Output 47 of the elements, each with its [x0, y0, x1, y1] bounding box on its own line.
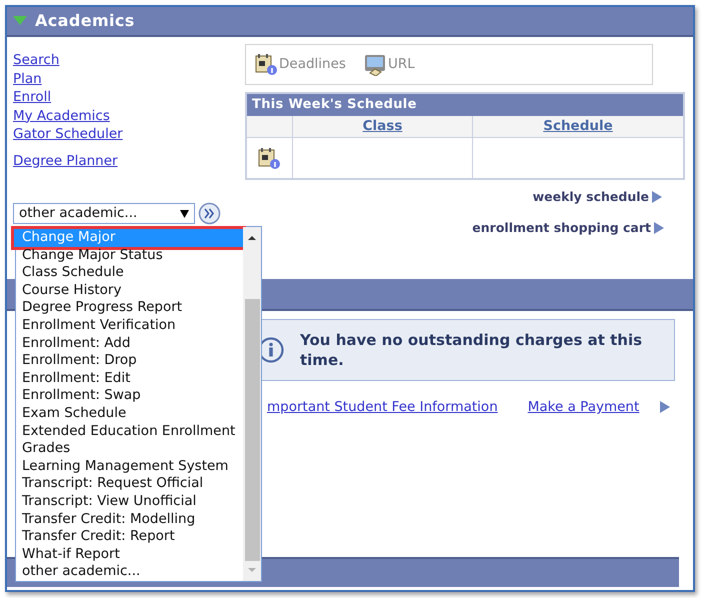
dropdown-option[interactable]: Extended Education Enrollment	[16, 422, 243, 440]
nav-link[interactable]: Gator Scheduler	[13, 125, 123, 144]
table-title: This Week's Schedule	[247, 94, 683, 116]
nav-link[interactable]: Degree Planner	[13, 152, 118, 170]
dropdown-option[interactable]: Change Major Status	[16, 246, 243, 264]
nav-link[interactable]: Plan	[13, 70, 42, 88]
dropdown-option[interactable]: Learning Management System	[16, 458, 243, 476]
scrollbar[interactable]	[243, 227, 261, 581]
dropdown-option[interactable]: Course History	[16, 282, 243, 300]
dropdown-option[interactable]: Class Schedule	[16, 264, 243, 282]
arrow-right-icon	[653, 221, 665, 236]
dropdown-option[interactable]: Enrollment: Swap	[16, 387, 243, 405]
text-link[interactable]: Make a Payment	[528, 397, 640, 418]
text-link[interactable]: mportant Student Fee Information	[267, 397, 498, 418]
arrow-right-icon	[659, 400, 672, 414]
column-header[interactable]: Schedule	[543, 116, 613, 137]
dropdown-option[interactable]: Transfer Credit: Modelling	[16, 510, 243, 528]
dropdown-option[interactable]: Enrollment: Drop	[16, 352, 243, 370]
dropdown-option[interactable]: Transfer Credit: Report	[16, 528, 243, 546]
go-icon[interactable]	[198, 202, 221, 225]
dropdown-option[interactable]: Enrollment: Edit	[16, 370, 243, 388]
column-header[interactable]: Class	[362, 116, 402, 137]
nav-link[interactable]: Enroll	[13, 88, 52, 106]
caret-icon	[180, 210, 189, 218]
dropdown-option[interactable]: Grades	[16, 440, 243, 458]
dropdown-option[interactable]: Enrollment: Add	[16, 334, 243, 352]
calendar-info-icon	[255, 53, 278, 76]
message-text: You have no outstanding charges at this time.	[300, 330, 644, 370]
dropdown-option[interactable]: Transcript: Request Official	[16, 475, 243, 493]
arrow-right-icon	[651, 190, 663, 204]
dropdown-option[interactable]: What-if Report	[16, 546, 243, 564]
dropdown-option[interactable]: Enrollment Verification	[16, 316, 243, 335]
nav-link[interactable]: My Academics	[13, 106, 110, 125]
text-link[interactable]: enrollment shopping cart	[472, 218, 651, 238]
dropdown-option[interactable]: Exam Schedule	[16, 404, 243, 423]
text-link[interactable]: weekly schedule	[532, 188, 649, 207]
calendar-info-icon	[258, 146, 281, 170]
dropdown-field[interactable]: other academic...	[13, 203, 195, 224]
collapse-icon[interactable]	[13, 16, 27, 26]
scrollbar-thumb[interactable]	[244, 299, 260, 561]
section-title: Academics	[35, 10, 135, 32]
nav-link[interactable]: Search	[13, 51, 60, 70]
monitor-icon	[364, 53, 387, 76]
dropdown-value: other academic...	[19, 204, 138, 224]
dropdown-option[interactable]: Degree Progress Report	[16, 299, 243, 317]
dropdown-option[interactable]: Transcript: View Unofficial	[16, 492, 243, 510]
dropdown-option[interactable]: other academic...	[16, 563, 243, 581]
